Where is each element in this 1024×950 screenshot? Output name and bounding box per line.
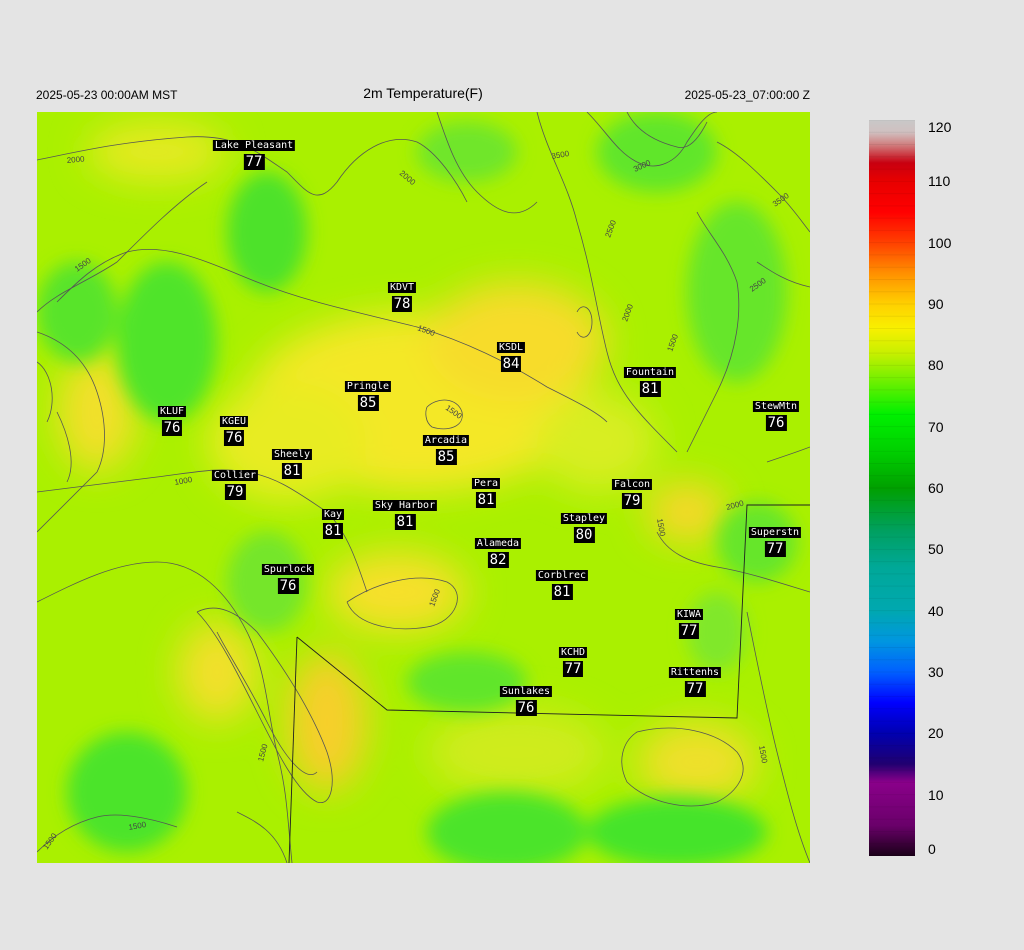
station-name: KGEU <box>219 416 249 427</box>
station-arcadia: Arcadia 85 <box>422 435 470 466</box>
station-temp: 81 <box>639 381 661 397</box>
station-name: Sunlakes <box>499 686 553 697</box>
station-kdvt: KDVT 78 <box>387 282 417 313</box>
station-temp: 76 <box>515 700 537 716</box>
colorbar-tick-label: 80 <box>928 357 944 374</box>
station-temp: 85 <box>357 395 379 411</box>
colorbar-tick-label: 100 <box>928 234 952 251</box>
station-name: Arcadia <box>422 435 470 446</box>
station-name: Corblrec <box>535 570 589 581</box>
temperature-field: 2000200035003000350025002500200015001500… <box>37 112 810 863</box>
station-lake-pleasant: Lake Pleasant 77 <box>212 140 296 171</box>
station-sky-harbor: Sky Harbor 81 <box>372 500 438 531</box>
colorbar-tick-label: 70 <box>928 418 944 435</box>
station-temp: 79 <box>224 484 246 500</box>
station-name: KIWA <box>674 609 704 620</box>
station-temp: 81 <box>394 514 416 530</box>
station-name: Lake Pleasant <box>212 140 296 151</box>
station-name: Kay <box>321 509 345 520</box>
station-name: KDVT <box>387 282 417 293</box>
colorbar-tick-label: 20 <box>928 725 944 742</box>
station-pringle: Pringle 85 <box>344 381 392 412</box>
station-name: Sky Harbor <box>372 500 438 511</box>
station-kiwa: KIWA 77 <box>674 609 704 640</box>
station-temp: 81 <box>322 523 344 539</box>
station-name: Alameda <box>474 538 522 549</box>
station-name: KSDL <box>496 342 526 353</box>
colorbar-tick-label: 50 <box>928 541 944 558</box>
valid-time-utc: 2025-05-23_07:00:00 Z <box>684 88 810 102</box>
temperature-colorbar <box>869 120 915 856</box>
station-stapley: Stapley 80 <box>560 513 608 544</box>
station-temp: 84 <box>500 356 522 372</box>
colorbar-tick-label: 40 <box>928 602 944 619</box>
station-stewmtn: StewMtn 76 <box>752 401 800 432</box>
station-temp: 77 <box>562 661 584 677</box>
station-corblrec: Corblrec 81 <box>535 570 589 601</box>
station-temp: 76 <box>277 578 299 594</box>
station-temp: 76 <box>765 415 787 431</box>
colorbar-tick-label: 60 <box>928 480 944 496</box>
station-temp: 77 <box>684 681 706 697</box>
colorbar-tick-label: 10 <box>928 786 944 803</box>
station-temp: 80 <box>573 527 595 543</box>
station-temp: 81 <box>475 492 497 508</box>
station-temp: 85 <box>435 449 457 465</box>
station-kchd: KCHD 77 <box>558 647 588 678</box>
station-name: KLUF <box>157 406 187 417</box>
station-name: Rittenhs <box>668 667 722 678</box>
colorbar-tick-label: 110 <box>928 173 951 190</box>
station-name: Stapley <box>560 513 608 524</box>
station-temp: 77 <box>764 541 786 557</box>
station-collier: Collier 79 <box>211 470 259 501</box>
station-name: Collier <box>211 470 259 481</box>
station-name: Fountain <box>623 367 677 378</box>
station-temp: 82 <box>487 552 509 568</box>
station-superstn: Superstn 77 <box>748 527 802 558</box>
station-ksdl: KSDL 84 <box>496 342 526 373</box>
temperature-map: 2000 2000 3500 3000 3500 2500 2500 2000 1500 1500… <box>37 112 810 863</box>
station-name: Spurlock <box>261 564 315 575</box>
colorbar-tick-label: 90 <box>928 296 944 312</box>
station-name: StewMtn <box>752 401 800 412</box>
station-name: Pringle <box>344 381 392 392</box>
station-sheely: Sheely 81 <box>271 449 313 480</box>
station-name: Sheely <box>271 449 313 460</box>
station-temp: 77 <box>678 623 700 639</box>
station-temp: 76 <box>161 420 183 436</box>
station-name: Falcon <box>611 479 653 490</box>
station-rittenhs: Rittenhs 77 <box>668 667 722 698</box>
station-temp: 81 <box>551 584 573 600</box>
colorbar-tick-label: 120 <box>928 119 952 135</box>
station-sunlakes: Sunlakes 76 <box>499 686 553 717</box>
station-temp: 77 <box>243 154 265 170</box>
contour-label: 2000 <box>66 154 85 165</box>
station-pera: Pera 81 <box>471 478 501 509</box>
station-temp: 76 <box>223 430 245 446</box>
colorbar-tick-label: 30 <box>928 664 944 680</box>
colorbar-tick-label: 0 <box>928 841 936 857</box>
station-temp: 81 <box>281 463 303 479</box>
station-kay: Kay 81 <box>321 509 345 540</box>
station-temp: 78 <box>391 296 413 312</box>
station-falcon: Falcon 79 <box>611 479 653 510</box>
station-kluf: KLUF 76 <box>157 406 187 437</box>
station-fountain: Fountain 81 <box>623 367 677 398</box>
station-name: Superstn <box>748 527 802 538</box>
station-spurlock: Spurlock 76 <box>261 564 315 595</box>
station-kgeu: KGEU 76 <box>219 416 249 447</box>
station-name: Pera <box>471 478 501 489</box>
station-alameda: Alameda 82 <box>474 538 522 569</box>
station-name: KCHD <box>558 647 588 658</box>
station-temp: 79 <box>621 493 643 509</box>
